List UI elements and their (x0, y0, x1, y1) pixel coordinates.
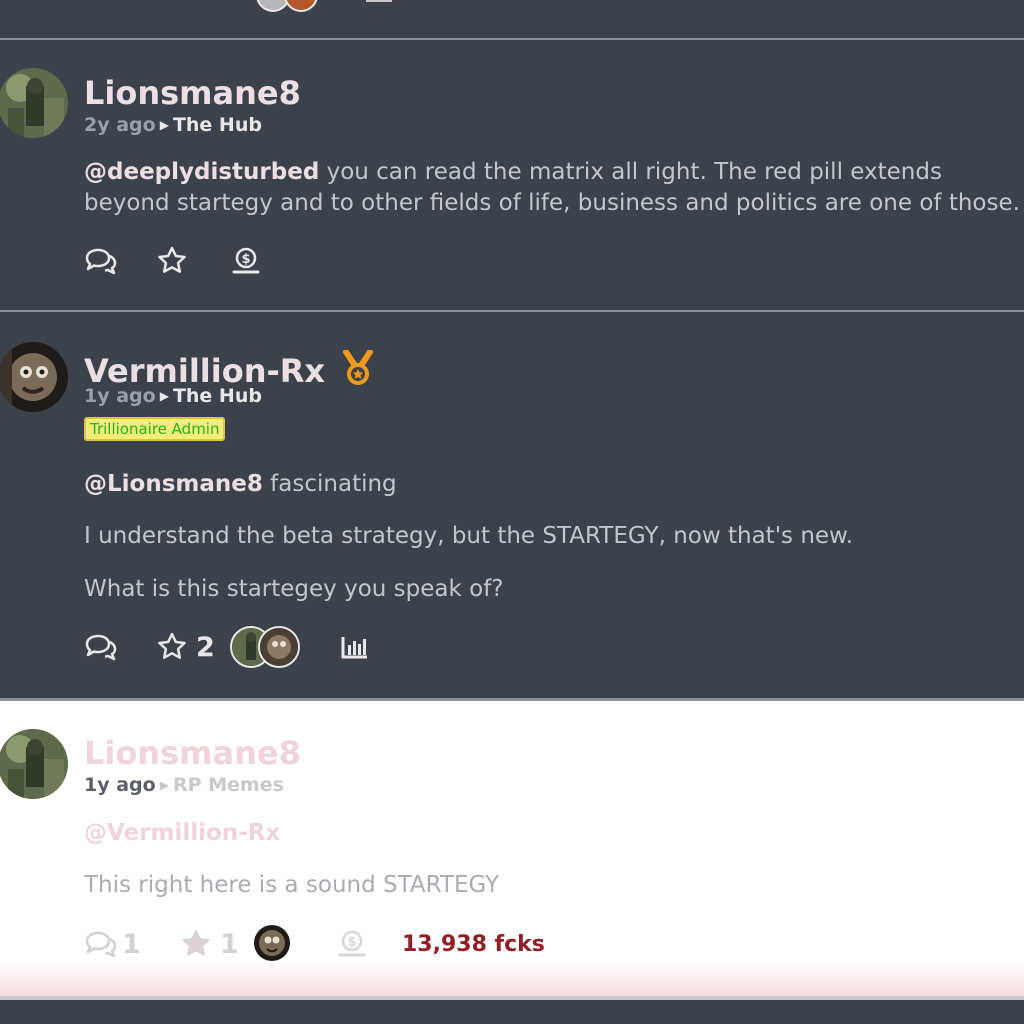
tip-total: 13,938 fcks (402, 927, 545, 961)
reply-button[interactable]: 1 (84, 927, 141, 961)
stats-icon (341, 637, 367, 659)
tip-icon: $ (338, 930, 366, 957)
comment-body: @Lionsmane8 fascinating (84, 469, 1004, 500)
tip-button[interactable]: $ (230, 244, 262, 278)
timestamp[interactable]: 2y ago (84, 114, 156, 136)
avatar-image (0, 342, 68, 412)
highlight-fade (0, 960, 1024, 996)
next-post-edge (0, 1000, 1024, 1024)
user-mention[interactable]: @Vermillion-Rx (84, 818, 280, 849)
community-link[interactable]: The Hub (173, 385, 262, 407)
comment-post-highlighted: Lionsmane8 1y ago ▶ RP Memes @Vermillion-R… (0, 701, 1024, 960)
comment-text: fascinating (262, 471, 397, 497)
comment-text: This right here is a sound STARTEGY (84, 872, 500, 898)
medal-icon (343, 349, 374, 385)
user-mention[interactable]: @deeplydisturbed (84, 159, 319, 185)
post-actions: $ (84, 244, 384, 278)
caret-right-icon: ▶ (159, 778, 169, 792)
previous-post-footer (0, 0, 1024, 38)
post-meta: 1y ago ▶ RP Memes (84, 774, 284, 796)
star-button[interactable]: 2 (156, 630, 215, 664)
star-icon (158, 246, 186, 273)
user-mention[interactable]: @Lionsmane8 (84, 471, 263, 497)
tip-button[interactable]: $ (336, 927, 368, 961)
tip-total-text: 13,938 fcks (402, 931, 545, 957)
comment-post: Vermillion-Rx 1y ago ▶ The Hub Trillionair… (0, 312, 1024, 698)
avatar[interactable] (0, 68, 68, 138)
svg-text:$: $ (347, 935, 356, 950)
post-meta: 2y ago ▶ The Hub (84, 114, 262, 136)
community-link[interactable]: RP Memes (173, 774, 284, 796)
reactor-avatar[interactable] (284, 0, 318, 12)
star-icon (158, 632, 186, 659)
star-count: 2 (196, 631, 215, 663)
stats-button[interactable] (340, 630, 370, 664)
caret-right-icon: ▶ (159, 118, 169, 132)
post-actions: 2 (84, 626, 404, 668)
reply-icon (85, 931, 117, 958)
username[interactable]: Lionsmane8 (84, 74, 301, 112)
svg-text:$: $ (241, 252, 250, 267)
reply-button[interactable] (84, 630, 118, 664)
star-button[interactable] (156, 244, 188, 278)
caret-right-icon: ▶ (159, 389, 169, 403)
community-link[interactable]: The Hub (173, 114, 262, 136)
star-count: 1 (220, 928, 239, 960)
username[interactable]: Lionsmane8 (84, 734, 301, 772)
comment-body: @deeplydisturbed you can read the matrix… (84, 157, 1024, 219)
stats-icon[interactable] (366, 0, 392, 2)
timestamp[interactable]: 1y ago (84, 774, 156, 796)
comment-paragraph: What is this startegey you speak of? (84, 576, 504, 602)
star-button[interactable]: 1 (180, 927, 239, 961)
reactor-avatar[interactable] (254, 925, 290, 961)
avatar-image (0, 729, 68, 799)
reactor-avatar[interactable] (258, 626, 300, 668)
star-icon (182, 930, 210, 956)
reply-icon (85, 248, 117, 275)
avatar[interactable] (0, 729, 68, 799)
post-meta: 1y ago ▶ The Hub (84, 385, 262, 407)
user-flair-badge: Trillionaire Admin (84, 417, 226, 441)
timestamp[interactable]: 1y ago (84, 385, 156, 407)
username[interactable]: Vermillion-Rx (84, 344, 376, 390)
comment-post: Lionsmane8 2y ago ▶ The Hub @deeplydisturb… (0, 40, 1024, 310)
post-actions: 1 1 $ 13,938 fcks (84, 925, 604, 961)
reply-button[interactable] (84, 244, 118, 278)
avatar-image (0, 68, 68, 138)
reply-count: 1 (122, 928, 141, 960)
tip-icon: $ (232, 247, 260, 274)
reply-icon (85, 634, 117, 661)
comment-paragraph: I understand the beta strategy, but the … (84, 523, 854, 549)
avatar[interactable] (0, 342, 68, 412)
